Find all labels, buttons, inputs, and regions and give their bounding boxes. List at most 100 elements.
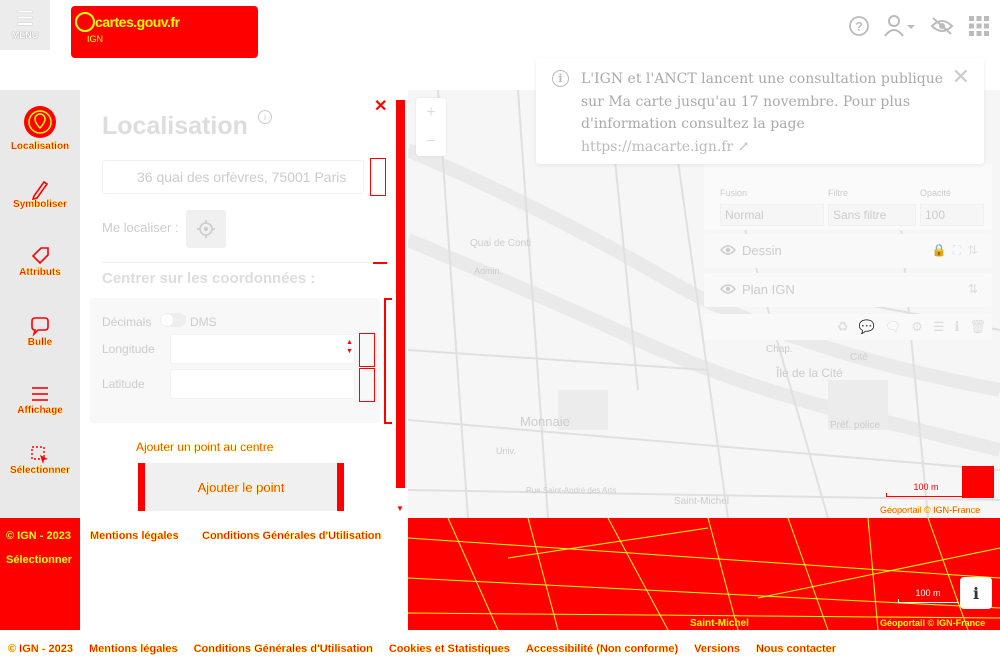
close-icon[interactable]: ✕ — [374, 96, 387, 116]
address-search-input[interactable] — [102, 160, 364, 194]
recycle-icon[interactable]: ♻ — [837, 319, 849, 335]
decimal-label: Décimals — [102, 315, 152, 329]
help-icon[interactable]: ? — [848, 15, 870, 37]
map-label: Monnaie — [520, 414, 570, 429]
zoom-control: + − — [416, 98, 446, 156]
filter-select[interactable]: Sans filtre — [828, 204, 916, 226]
apps-grid-icon[interactable] — [968, 15, 990, 37]
rail-item-symboliser[interactable]: Symboliser — [0, 178, 80, 210]
rail-label: Affichage — [17, 405, 63, 416]
logo-name: cartes.gouv.fr — [95, 14, 180, 30]
list-icon[interactable]: ☰ — [933, 319, 945, 335]
longitude-label: Longitude — [102, 342, 155, 356]
rail-label: Localisation — [10, 141, 70, 152]
scale-label: 100 m — [915, 588, 941, 598]
footer-link-mentions[interactable]: Mentions légales — [89, 643, 178, 655]
scale-line — [898, 599, 958, 603]
layer-item-plan-ign[interactable]: Plan IGN ⇅ — [704, 273, 992, 307]
filter-label: Filtre — [828, 188, 848, 198]
dms-label: DMS — [190, 315, 217, 329]
map-streets — [408, 518, 1000, 630]
footer-copyright: © IGN - 2023 — [8, 643, 73, 655]
geolocate-button[interactable] — [186, 210, 226, 248]
tag-icon — [31, 247, 49, 265]
layer-options: Fusion Normal Filtre Sans filtre Opacité… — [704, 164, 992, 230]
layer-actions[interactable]: 🔒⛶⇅ — [932, 243, 984, 258]
map-label: Admin. — [474, 266, 503, 276]
panel-title: Localisation — [102, 112, 248, 140]
form-border — [384, 422, 392, 424]
footer-link-versions[interactable]: Versions — [694, 643, 740, 655]
longitude-action-button[interactable] — [359, 333, 375, 367]
trash-icon[interactable]: 🗑 — [969, 319, 986, 335]
overview-map-icon[interactable] — [962, 466, 994, 498]
scale-line — [886, 493, 966, 497]
eye-icon[interactable] — [720, 282, 736, 300]
footer-link-cgu[interactable]: Conditions Générales d'Utilisation — [193, 643, 373, 655]
rail-item-attributs[interactable]: Attributs — [0, 246, 80, 278]
zoom-out-button[interactable]: − — [416, 127, 446, 156]
fusion-select[interactable]: Normal — [720, 204, 824, 226]
notification-link[interactable]: https://macarte.ign.fr — [581, 139, 733, 155]
speech-bubble-icon — [31, 317, 49, 337]
menu-label: MENU — [11, 30, 39, 40]
map-label: Saint-Michel — [690, 618, 749, 629]
map-attribution[interactable]: Géoportail © IGN-France — [880, 505, 980, 515]
map-label: Île de la Cité — [776, 366, 843, 380]
map-label: Rue Saint-André des Arts — [526, 486, 617, 495]
me-localiser-label: Me localiser : — [102, 220, 179, 235]
rail-item-localisation[interactable]: Localisation — [0, 102, 80, 152]
gear-icon[interactable]: ⚙ — [911, 319, 923, 335]
close-icon[interactable]: ✕ — [952, 64, 970, 90]
strip-cgu-link[interactable]: Conditions Générales d'Utilisation — [202, 530, 382, 542]
menu-button[interactable]: ☰ MENU — [0, 0, 50, 50]
map-label: Préf. police — [830, 420, 881, 431]
zoom-in-button[interactable]: + — [416, 98, 446, 127]
footer-strip: © IGN - 2023 Mentions légales Conditions… — [0, 518, 1000, 630]
visibility-off-icon[interactable] — [930, 16, 954, 36]
rail-item-bulle[interactable]: Bulle — [0, 316, 80, 348]
app-logo[interactable]: cartes.gouv.fr IGN — [71, 6, 258, 58]
form-border — [384, 298, 392, 300]
chat-icon[interactable]: 💬 — [859, 319, 875, 335]
rail-item-selectionner[interactable]: Sélectionner — [0, 444, 80, 476]
info-icon: i — [552, 70, 569, 87]
comment-icon[interactable]: 🗨 — [885, 319, 902, 335]
marker-icon — [24, 106, 56, 138]
rail-item-affichage[interactable]: Affichage — [0, 384, 80, 416]
logo-sub: IGN — [87, 34, 104, 44]
longitude-input[interactable] — [170, 334, 355, 364]
map-attribution[interactable]: Géoportail © IGN-France — [880, 618, 985, 628]
top-toolbar: ? — [848, 10, 1000, 42]
format-toggle[interactable] — [160, 313, 186, 327]
tool-rail: Localisation Symboliser Attributs Bulle … — [0, 90, 80, 518]
layer-item-dessin[interactable]: Dessin 🔒⛶⇅ — [704, 234, 992, 268]
panel-scrollbar[interactable] — [396, 100, 405, 488]
footer-link-accessibility[interactable]: Accessibilité (Non conforme) — [526, 643, 679, 655]
user-icon[interactable] — [884, 14, 916, 38]
help-icon[interactable]: i — [258, 110, 272, 124]
info-icon[interactable]: ℹ — [955, 319, 960, 335]
list-icon — [32, 387, 48, 401]
search-clear-button[interactable] — [370, 158, 386, 196]
footer-link-cookies[interactable]: Cookies et Statistiques — [389, 643, 510, 655]
rail-label: Symboliser — [13, 199, 67, 210]
notification-banner: i L'IGN et l'ANCT lancent une consultati… — [536, 58, 984, 164]
latitude-input[interactable] — [170, 369, 355, 399]
form-border — [384, 298, 386, 424]
scale-bar: 100 m — [886, 482, 966, 497]
strip-mentions-link[interactable]: Mentions légales — [90, 530, 179, 542]
drag-handle-icon[interactable]: ⇅ — [968, 282, 984, 296]
longitude-stepper[interactable]: ▲ ▼ — [346, 338, 353, 356]
map-info-button[interactable]: i — [960, 577, 992, 609]
add-point-button[interactable]: Ajouter le point — [138, 463, 344, 511]
footer-link-contact[interactable]: Nous contacter — [756, 643, 836, 655]
latitude-action-button[interactable] — [359, 368, 375, 402]
strip-select-label: Sélectionner — [6, 554, 73, 566]
divider — [102, 262, 386, 263]
opacity-input[interactable]: 100 — [920, 204, 984, 226]
crosshair-icon — [197, 220, 215, 238]
scroll-down-icon[interactable]: ▼ — [396, 504, 404, 513]
eye-icon[interactable] — [720, 243, 736, 261]
strip-map — [408, 518, 1000, 630]
